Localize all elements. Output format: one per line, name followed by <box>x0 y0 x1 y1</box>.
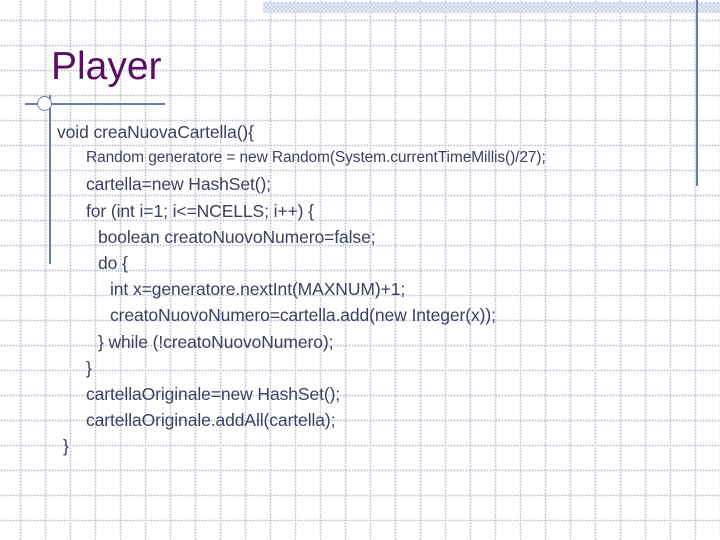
code-line: void creaNuovaCartella(){ <box>57 122 254 142</box>
code-line: } <box>86 357 92 378</box>
code-line: boolean creatoNuovoNumero=false; <box>98 226 376 247</box>
code-line: for (int i=1; i<=NCELLS; i++) { <box>86 200 314 221</box>
top-band-decoration <box>263 2 720 13</box>
circle-ornament-icon <box>37 96 52 111</box>
code-line: } <box>63 436 69 457</box>
page-title: Player <box>51 45 162 88</box>
code-line: } while (!creatoNuovoNumero); <box>98 331 334 352</box>
code-block: void creaNuovaCartella(){ Random generato… <box>0 119 720 459</box>
code-line: cartellaOriginale.addAll(cartella); <box>86 410 336 431</box>
slide: Player void creaNuovaCartella(){ Random g… <box>0 0 720 540</box>
code-line: cartellaOriginale=new HashSet(); <box>86 383 341 404</box>
code-line: cartella=new HashSet(); <box>86 174 271 195</box>
code-line: Random generatore = new Random(System.cu… <box>86 149 546 167</box>
code-line: int x=generatore.nextInt(MAXNUM)+1; <box>110 279 406 300</box>
code-line: do { <box>98 252 128 273</box>
code-line: creatoNuovoNumero=cartella.add(new Integ… <box>110 305 496 326</box>
